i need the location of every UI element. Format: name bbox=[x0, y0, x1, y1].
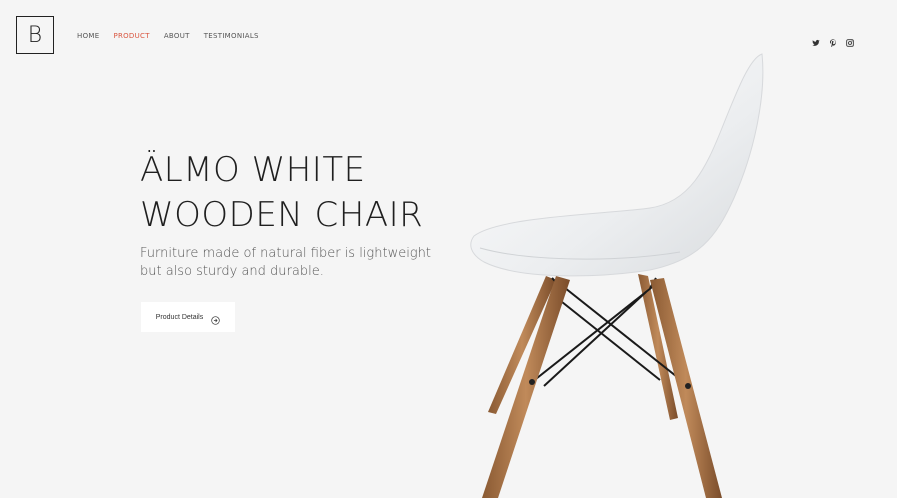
social-links bbox=[812, 32, 854, 48]
pinterest-icon[interactable] bbox=[829, 32, 837, 48]
twitter-icon[interactable] bbox=[812, 32, 820, 46]
chair-image bbox=[470, 53, 764, 498]
product-details-label: Product Details bbox=[155, 313, 204, 321]
instagram-icon[interactable] bbox=[846, 32, 854, 47]
hero-description: Furniture made of natural fiber is light… bbox=[140, 246, 431, 279]
nav-item-about[interactable]: ABOUT bbox=[164, 32, 190, 40]
brand-logo-letter: B bbox=[27, 22, 43, 48]
main-nav: HOME PRODUCT ABOUT TESTIMONIALS bbox=[77, 32, 259, 40]
nav-item-testimonials[interactable]: TESTIMONIALS bbox=[204, 32, 259, 40]
product-details-button[interactable]: Product Details bbox=[141, 302, 235, 332]
nav-item-product[interactable]: PRODUCT bbox=[113, 32, 149, 40]
hero-title-line2: WOODEN CHAIR bbox=[140, 195, 424, 235]
hero-title-line1: ÄLMO WHITE bbox=[140, 150, 366, 190]
nav-item-home[interactable]: HOME bbox=[77, 32, 99, 40]
hero-title: ÄLMO WHITE WOODEN CHAIR bbox=[140, 148, 470, 238]
brand-logo[interactable]: B bbox=[16, 16, 54, 54]
page: B HOME PRODUCT ABOUT TESTIMONIALS ÄLMO W… bbox=[0, 0, 897, 498]
arrow-circle-icon bbox=[211, 313, 220, 325]
